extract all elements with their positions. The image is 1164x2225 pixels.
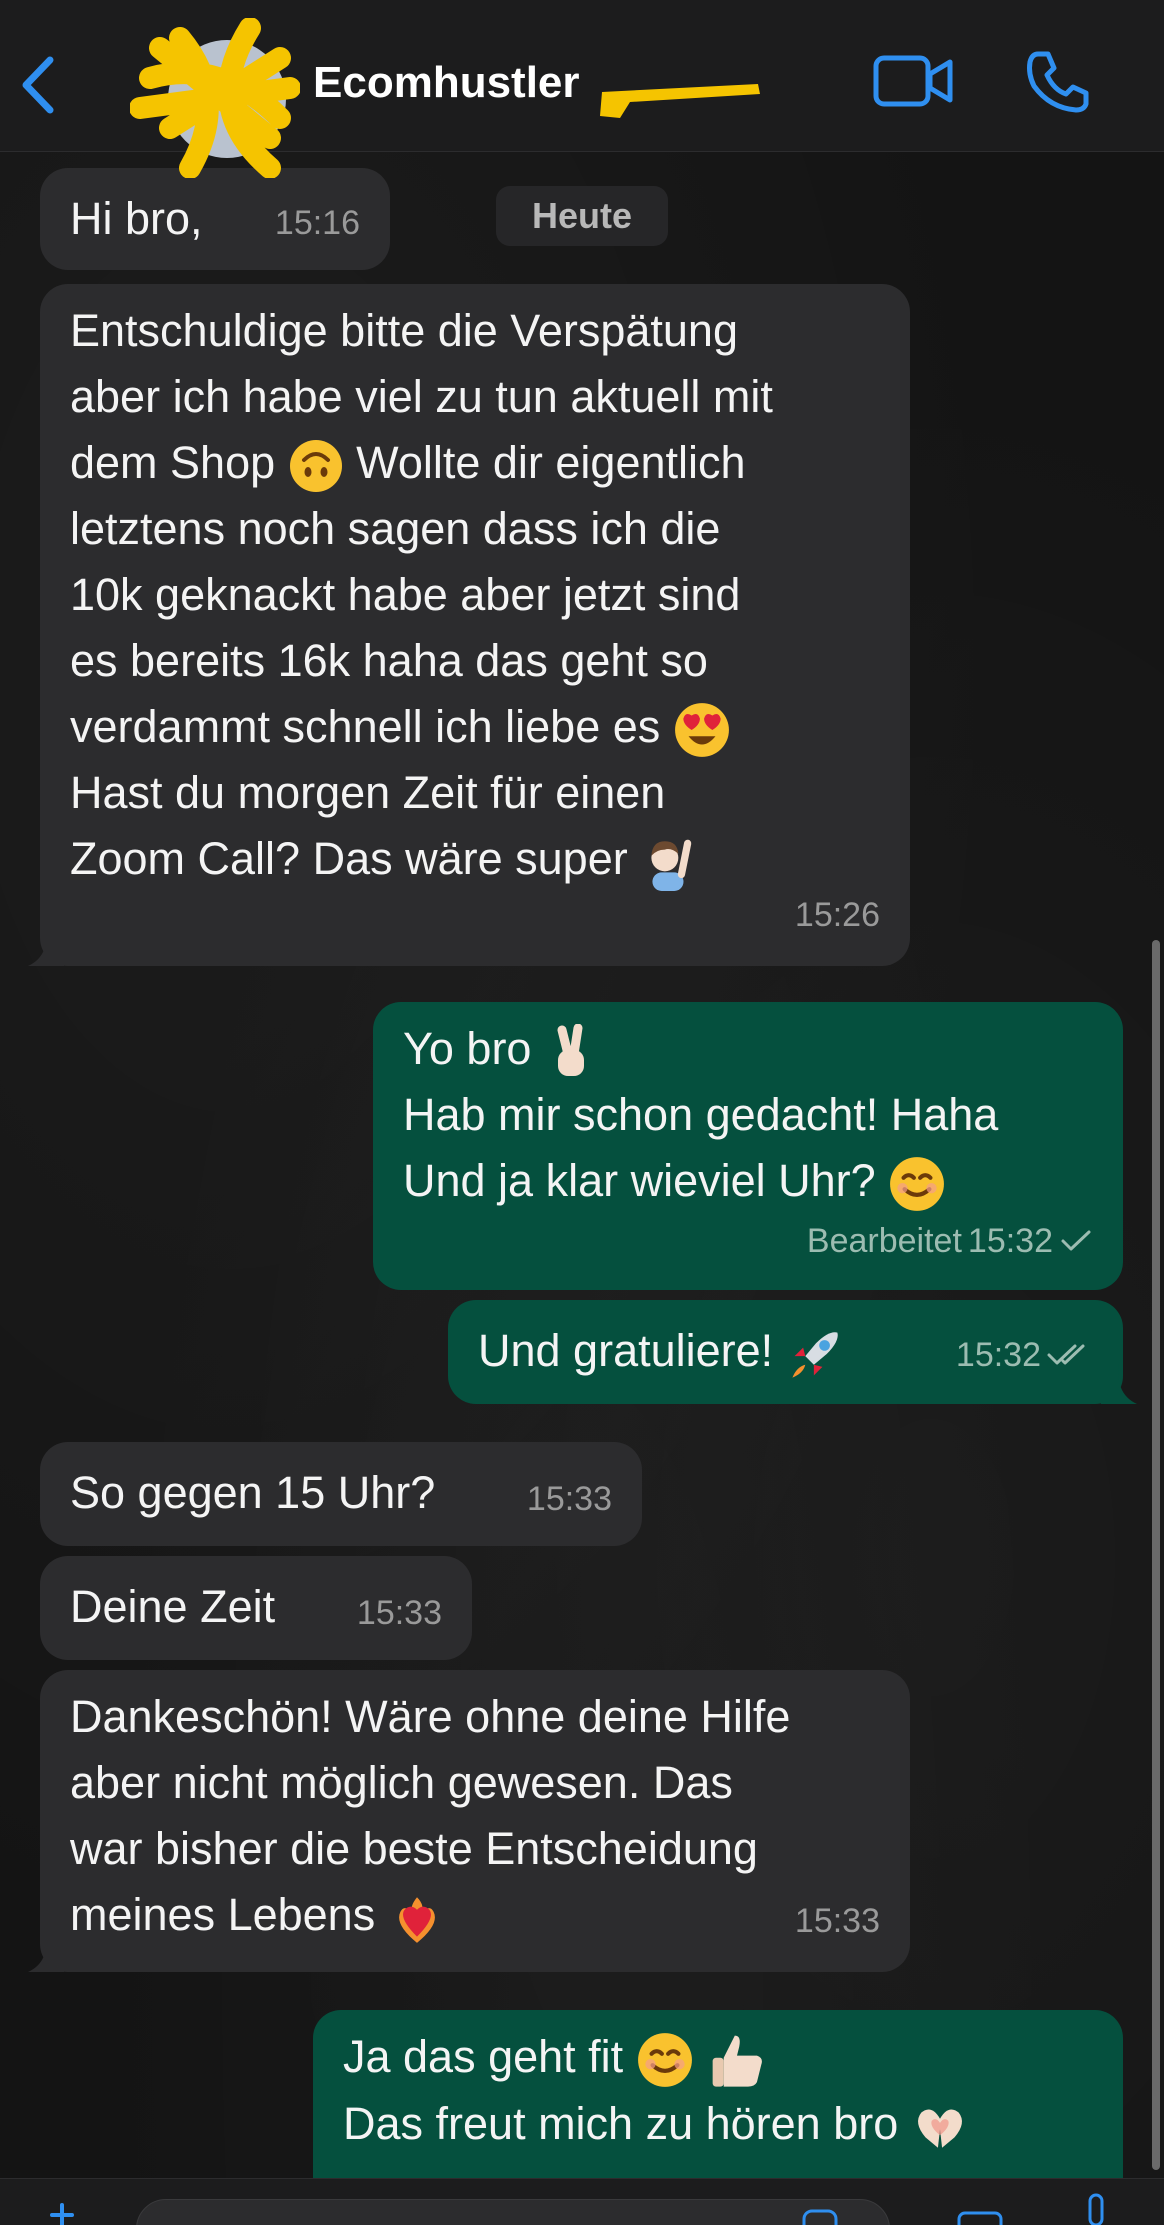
message-bubble-outgoing[interactable]: Yo bro Hab mir schon gedacht! Haha Und j…: [373, 1002, 1123, 1290]
name-redaction-scribble: [600, 84, 760, 118]
message-line-text: verdammt schnell ich liebe es: [70, 701, 661, 752]
message-line-text: dem Shop: [70, 437, 276, 488]
message-line: Yo bro: [403, 1016, 1093, 1082]
message-line: Das freut mich zu hören bro: [343, 2091, 1093, 2157]
message-line: aber nicht möglich gewesen. Das: [70, 1757, 733, 1808]
bubble-tail: [28, 926, 64, 966]
edited-label: Bearbeitet: [806, 1222, 962, 1260]
sticker-icon[interactable]: [800, 2205, 840, 2225]
bubble-tail: [28, 1932, 64, 1972]
message-line: 10k geknackt habe aber jetzt sind: [70, 569, 741, 620]
message-bubble-incoming[interactable]: So gegen 15 Uhr? 15:33: [40, 1442, 642, 1546]
message-time: 15:26: [794, 896, 880, 934]
smiling-face-emoji-icon: [637, 2033, 692, 2088]
message-input[interactable]: [136, 2199, 890, 2225]
message-line-text: Und gratuliere!: [478, 1325, 774, 1376]
camera-icon[interactable]: [955, 2205, 1005, 2225]
message-line: Zoom Call? Das wäre super: [70, 826, 880, 892]
thumbs-up-emoji-icon: [712, 2035, 763, 2087]
message-line-text: Das freut mich zu hören bro: [343, 2098, 899, 2150]
scrollbar[interactable]: [1152, 940, 1160, 2170]
message-line: war bisher die beste Entscheidung: [70, 1823, 758, 1874]
victory-hand-emoji-icon: [557, 1024, 584, 1077]
message-line: verdammt schnell ich liebe es: [70, 694, 880, 760]
heart-hands-emoji-icon: [917, 2109, 962, 2148]
single-check-icon: [1061, 1230, 1091, 1251]
back-chevron-icon[interactable]: [14, 50, 64, 120]
upside-down-face-emoji-icon: [289, 440, 342, 493]
message-line: Ja das geht fit: [343, 2024, 1093, 2091]
microphone-icon[interactable]: [1078, 2191, 1114, 2225]
message-line: Hab mir schon gedacht! Haha: [403, 1089, 999, 1140]
date-separator: Heute: [496, 186, 668, 246]
heart-on-fire-emoji-icon: [398, 1897, 435, 1943]
message-line: Und ja klar wieviel Uhr?: [403, 1148, 1093, 1214]
message-line-text: Wollte dir eigentlich: [356, 437, 746, 488]
contact-name[interactable]: Ecomhustler: [313, 58, 580, 108]
message-line: meines Lebens: [70, 1882, 880, 1948]
phone-call-icon[interactable]: [1024, 48, 1090, 114]
message-bubble-outgoing[interactable]: Und gratuliere! 15:32: [448, 1300, 1137, 1404]
double-check-icon: [1047, 1344, 1085, 1365]
message-meta: Bearbeitet 15:32: [807, 1208, 1093, 1274]
smiling-face-emoji-icon: [890, 1157, 945, 1212]
message-input-bar: [0, 2178, 1164, 2225]
message-line-text: Zoom Call? Das wäre super: [70, 833, 628, 884]
rocket-emoji-icon: [792, 1332, 838, 1378]
person-raising-hand-emoji-icon: [651, 839, 692, 892]
message-bubble-incoming[interactable]: Deine Zeit 15:33: [40, 1556, 472, 1660]
message-line: letztens noch sagen dass ich die: [70, 503, 721, 554]
message-time: 15:32: [967, 1222, 1053, 1260]
message-time: 15:33: [526, 1480, 612, 1518]
message-line-text: meines Lebens: [70, 1889, 376, 1940]
heart-eyes-emoji-icon: [674, 703, 729, 758]
message-bubble-incoming[interactable]: Hi bro, 15:16: [40, 168, 390, 270]
video-call-icon[interactable]: [872, 52, 954, 110]
message-line-text: Ja das geht fit: [343, 2031, 624, 2082]
message-time: 15:33: [794, 1902, 880, 1940]
message-line: dem Shop Wollte dir eigentlich: [70, 430, 880, 496]
message-line: Hast du morgen Zeit für einen: [70, 767, 666, 818]
message-line: es bereits 16k haha das geht so: [70, 635, 708, 686]
message-line: aber ich habe viel zu tun aktuell mit: [70, 371, 773, 422]
message-meta: 15:32: [956, 1322, 1093, 1388]
avatar-redaction-scribble: [130, 18, 300, 178]
plus-icon[interactable]: [50, 2203, 74, 2225]
message-line-text: Und ja klar wieviel Uhr?: [403, 1155, 876, 1206]
message-line-text: Yo bro: [403, 1023, 532, 1074]
message-time: 15:33: [356, 1594, 442, 1632]
message-line: Dankeschön! Wäre ohne deine Hilfe: [70, 1691, 791, 1742]
message-bubble-incoming[interactable]: Entschuldige bitte die Verspätung aber i…: [28, 284, 910, 966]
chat-header: Ecomhustler: [0, 0, 1164, 178]
message-line: Entschuldige bitte die Verspätung: [70, 305, 738, 356]
message-bubble-incoming[interactable]: Dankeschön! Wäre ohne deine Hilfe aber n…: [28, 1670, 910, 1972]
bubble-tail: [1101, 1364, 1137, 1404]
message-time: 15:32: [955, 1336, 1041, 1374]
message-time: 15:16: [274, 204, 360, 242]
